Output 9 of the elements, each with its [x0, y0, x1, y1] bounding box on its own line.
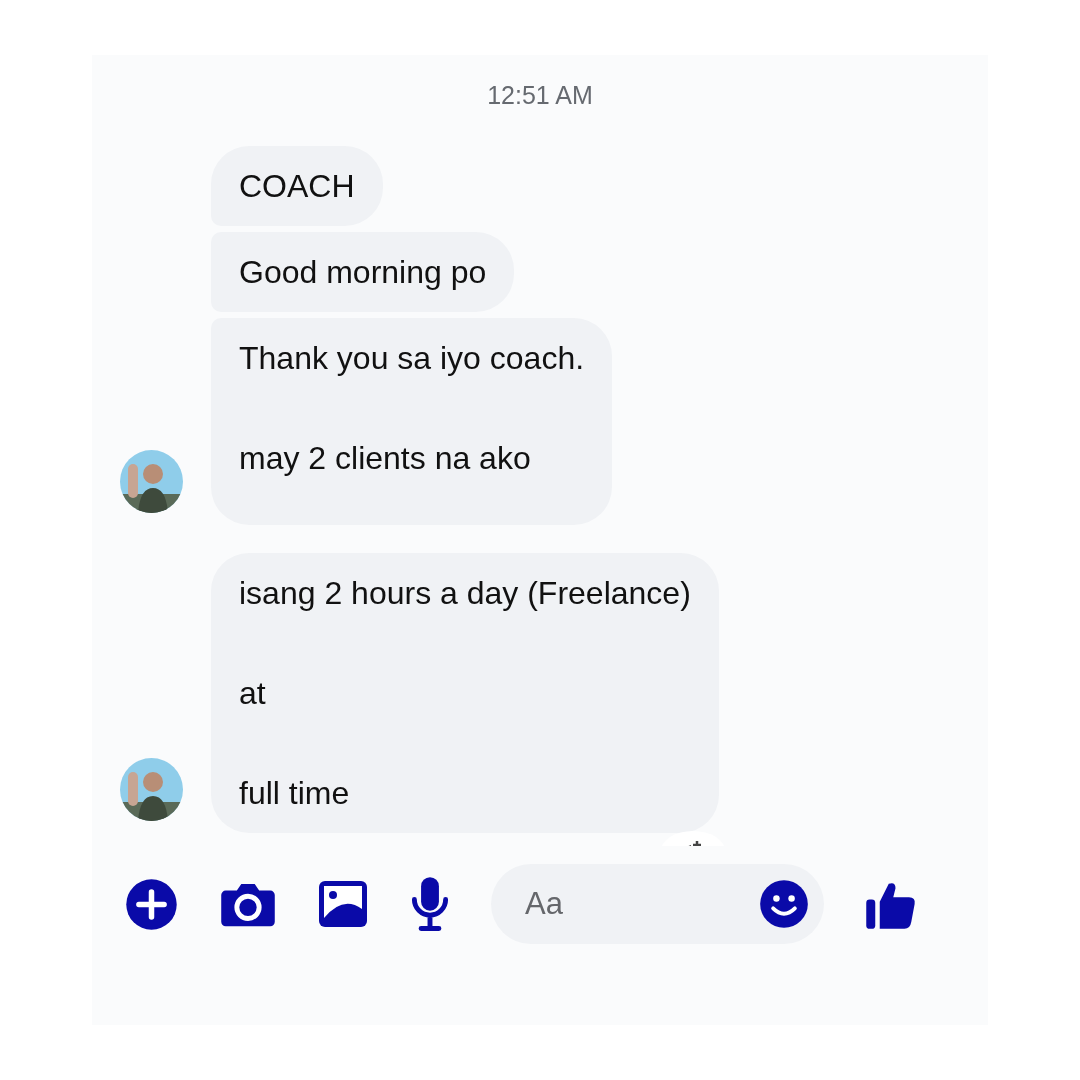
message-bubble: Good morning po [211, 232, 515, 312]
add-icon[interactable] [124, 876, 179, 932]
microphone-icon[interactable] [409, 875, 451, 933]
message-bubble: Thank you sa iyo coach. may 2 clients na ako [211, 318, 613, 525]
message-bubble: COACH [211, 146, 383, 226]
image-icon[interactable] [317, 879, 369, 929]
emoji-icon[interactable] [758, 878, 810, 930]
message-field[interactable]: Aa [491, 864, 824, 944]
timestamp: 12:51 AM [487, 81, 593, 110]
